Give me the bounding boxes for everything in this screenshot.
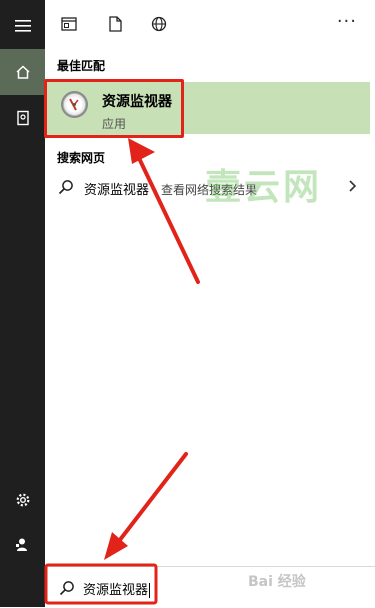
site-watermark: 壹云网 — [205, 167, 323, 208]
chevron-right-icon — [349, 180, 357, 192]
hamburger-menu-button[interactable] — [0, 3, 45, 49]
text-caret — [149, 583, 151, 598]
app-type-label: 应用 — [102, 117, 127, 131]
settings-button[interactable] — [0, 477, 45, 523]
annotation-arrow-top — [128, 138, 200, 284]
layout-icon — [61, 17, 77, 31]
search-input-value: 资源监视器 — [83, 583, 149, 598]
more-options-button[interactable]: ··· — [337, 11, 357, 32]
hamburger-icon — [14, 20, 31, 32]
web-filter-button[interactable] — [149, 14, 169, 34]
search-icon — [59, 581, 74, 596]
globe-icon — [151, 16, 167, 32]
left-rail — [0, 0, 45, 607]
feedback-button[interactable] — [0, 522, 45, 568]
annotation-arrow-bottom — [104, 452, 188, 560]
best-match-heading: 最佳匹配 — [57, 59, 106, 73]
best-match-result[interactable]: 资源监视器 应用 — [44, 79, 184, 138]
resource-monitor-gauge-icon — [60, 90, 89, 119]
filter-toolbar: ··· — [45, 0, 375, 48]
search-icon — [58, 180, 73, 195]
search-input[interactable]: 资源监视器 — [45, 566, 375, 608]
app-name: 资源监视器 — [102, 94, 172, 110]
documents-filter-button[interactable] — [105, 14, 125, 34]
home-button[interactable] — [0, 49, 45, 95]
document-icon — [108, 16, 122, 32]
web-search-heading: 搜索网页 — [57, 151, 106, 165]
web-search-query: 资源监视器 — [84, 183, 150, 198]
baidu-watermark: Bai 经验 — [248, 574, 306, 590]
feedback-user-icon — [15, 538, 27, 551]
notebook-icon — [16, 110, 29, 126]
gear-icon — [16, 493, 29, 507]
home-icon — [15, 65, 30, 79]
best-match-row-background[interactable] — [184, 82, 370, 134]
notebook-button[interactable] — [0, 95, 45, 141]
apps-filter-button[interactable] — [59, 14, 79, 34]
